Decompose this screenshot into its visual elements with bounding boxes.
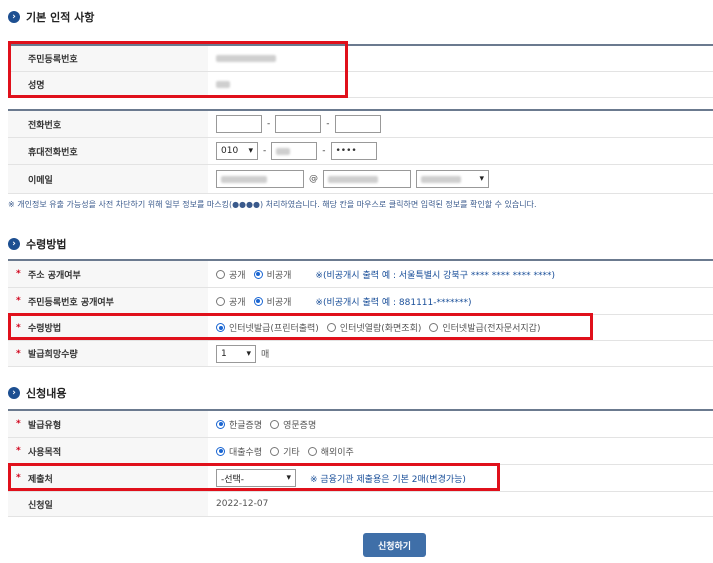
addr-public-radio[interactable]: 공개 xyxy=(216,268,246,281)
rrn-private-radio[interactable]: 비공개 xyxy=(253,295,291,308)
apply-submit-button[interactable]: 신청하기 xyxy=(363,533,426,557)
copies-row: * 발급희망수량 1 ▾ 매 xyxy=(8,341,713,367)
email-domain-select-masked xyxy=(421,175,461,183)
type-value: 한글증명 영문증명 xyxy=(208,418,713,431)
rrn-masked-value xyxy=(216,55,276,62)
mobile-prefix-select[interactable]: 010 ▾ xyxy=(216,142,258,160)
purpose-label: * 사용목적 xyxy=(8,438,208,464)
email-domain-masked xyxy=(328,175,378,183)
section-receive-label: 수령방법 xyxy=(26,238,67,251)
rrn-label: 주민등록번호 xyxy=(8,46,208,71)
addr-open-row: * 주소 공개여부 공개 비공개 ※(비공개시 출력 예 : 서울특별시 강북구 … xyxy=(8,261,713,288)
type-label: * 발급유형 xyxy=(8,411,208,437)
dash: - xyxy=(263,146,267,156)
email-value: @ ▾ xyxy=(208,170,713,188)
email-domain-input[interactable] xyxy=(323,170,411,188)
type-korean-radio[interactable]: 한글증명 xyxy=(216,418,262,431)
method-wallet-radio[interactable]: 인터넷발급(전자문서지갑) xyxy=(429,321,540,334)
email-id-masked xyxy=(221,175,267,183)
rrn-note: ※(비공개시 출력 예 : 881111-*******) xyxy=(315,297,472,308)
method-label: * 수령방법 xyxy=(8,315,208,340)
mobile-label: 휴대전화번호 xyxy=(8,138,208,164)
section-basic-title: › 기본 인적 사항 xyxy=(8,9,94,25)
rrn-open-value: 공개 비공개 ※(비공개시 출력 예 : 881111-*******) xyxy=(208,295,713,308)
submit-to-value: -선택- ▾ ※ 금융기관 제출용은 기본 2매(변경가능) xyxy=(208,469,713,487)
basic-info-table-b: 전화번호 - - 휴대전화번호 010 ▾ - - •••• 이메일 @ ▾ xyxy=(8,109,713,194)
copies-unit: 매 xyxy=(261,350,270,360)
name-value xyxy=(208,81,713,88)
copies-label: * 발급희망수량 xyxy=(8,341,208,366)
addr-private-radio[interactable]: 비공개 xyxy=(253,268,291,281)
method-value: 인터넷발급(프린터출력) 인터넷열람(화면조회) 인터넷발급(전자문서지갑) xyxy=(208,321,713,334)
phone-value: - - xyxy=(208,115,713,133)
receive-table: * 주소 공개여부 공개 비공개 ※(비공개시 출력 예 : 서울특별시 강북구 … xyxy=(8,259,713,367)
mobile-middle-input[interactable] xyxy=(271,142,318,160)
submit-to-select[interactable]: -선택- ▾ xyxy=(216,469,296,487)
name-masked-value xyxy=(216,81,230,88)
basic-info-table-a: 주민등록번호 성명 xyxy=(8,44,713,98)
type-row: * 발급유형 한글증명 영문증명 xyxy=(8,411,713,438)
phone-row: 전화번호 - - xyxy=(8,111,713,138)
method-print-radio[interactable]: 인터넷발급(프린터출력) xyxy=(216,321,319,334)
purpose-other-radio[interactable]: 기타 xyxy=(270,445,300,458)
dash: - xyxy=(267,119,271,129)
purpose-emigration-radio[interactable]: 해외이주 xyxy=(307,445,354,458)
copies-select[interactable]: 1 ▾ xyxy=(216,344,256,363)
arrow-right-icon: › xyxy=(8,11,20,23)
dash: - xyxy=(322,146,326,156)
rrn-open-row: * 주민등록번호 공개여부 공개 비공개 ※(비공개시 출력 예 : 881111… xyxy=(8,288,713,315)
submit-to-note: ※ 금융기관 제출용은 기본 2매(변경가능) xyxy=(310,474,466,485)
chevron-down-icon: ▾ xyxy=(286,473,291,483)
email-row: 이메일 @ ▾ xyxy=(8,165,713,194)
purpose-loan-radio[interactable]: 대출수령 xyxy=(216,445,262,458)
phone-part1-input[interactable] xyxy=(216,115,262,133)
purpose-row: * 사용목적 대출수령 기타 해외이주 xyxy=(8,438,713,465)
rrn-open-label: * 주민등록번호 공개여부 xyxy=(8,288,208,314)
method-view-radio[interactable]: 인터넷열람(화면조회) xyxy=(326,321,421,334)
date-label: 신청일 xyxy=(8,492,208,516)
purpose-value: 대출수령 기타 해외이주 xyxy=(208,445,713,458)
email-label: 이메일 xyxy=(8,165,208,193)
privacy-notice: ※ 개인정보 유출 가능성을 사전 차단하기 위해 일부 정보를 마스킹(●●●… xyxy=(8,200,537,209)
section-receive-title: › 수령방법 xyxy=(8,236,66,252)
date-row: 신청일 2022-12-07 xyxy=(8,492,713,517)
section-basic-label: 기본 인적 사항 xyxy=(26,11,95,24)
chevron-down-icon: ▾ xyxy=(248,146,253,156)
addr-open-value: 공개 비공개 ※(비공개시 출력 예 : 서울특별시 강북구 **** ****… xyxy=(208,268,713,281)
submit-to-row: * 제출처 -선택- ▾ ※ 금융기관 제출용은 기본 2매(변경가능) xyxy=(8,465,713,492)
phone-part3-input[interactable] xyxy=(334,115,381,133)
phone-label: 전화번호 xyxy=(8,111,208,137)
phone-part2-input[interactable] xyxy=(275,115,322,133)
submit-to-label: * 제출처 xyxy=(8,465,208,491)
addr-open-label: * 주소 공개여부 xyxy=(8,261,208,287)
name-label: 성명 xyxy=(8,72,208,97)
mobile-row: 휴대전화번호 010 ▾ - - •••• xyxy=(8,138,713,165)
section-apply-title: › 신청내용 xyxy=(8,385,66,401)
chevron-down-icon: ▾ xyxy=(246,348,251,359)
method-row: * 수령방법 인터넷발급(프린터출력) 인터넷열람(화면조회) 인터넷발급(전자문… xyxy=(8,315,713,341)
arrow-right-icon: › xyxy=(8,238,20,250)
email-domain-select[interactable]: ▾ xyxy=(416,170,489,188)
name-row: 성명 xyxy=(8,72,713,98)
copies-value: 1 ▾ 매 xyxy=(208,344,713,363)
email-id-input[interactable] xyxy=(216,170,304,188)
mobile-middle-masked xyxy=(276,147,291,155)
arrow-right-icon: › xyxy=(8,387,20,399)
addr-note: ※(비공개시 출력 예 : 서울특별시 강북구 **** **** **** *… xyxy=(315,270,555,281)
chevron-down-icon: ▾ xyxy=(479,174,484,184)
mobile-value: 010 ▾ - - •••• xyxy=(208,142,713,160)
email-at-sign: @ xyxy=(309,174,318,184)
type-english-radio[interactable]: 영문증명 xyxy=(270,418,316,431)
mobile-last-input[interactable]: •••• xyxy=(330,142,377,160)
dash: - xyxy=(326,119,330,129)
rrn-row: 주민등록번호 xyxy=(8,46,713,72)
section-apply-label: 신청내용 xyxy=(26,387,67,400)
apply-table: * 발급유형 한글증명 영문증명 * 사용목적 대출수령 기타 해외이주 * 제출처 … xyxy=(8,409,713,517)
rrn-public-radio[interactable]: 공개 xyxy=(216,295,246,308)
rrn-value xyxy=(208,55,713,62)
date-value: 2022-12-07 xyxy=(216,499,269,509)
